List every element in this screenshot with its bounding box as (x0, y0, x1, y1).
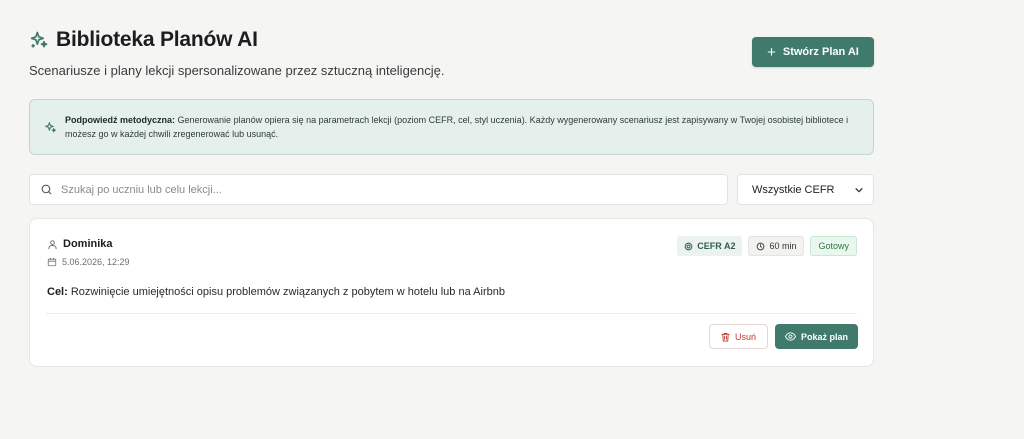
clock-icon (757, 242, 765, 250)
card-divider (46, 313, 857, 314)
show-plan-button[interactable]: Pokaż plan (775, 324, 858, 349)
sparkles-icon (45, 122, 56, 133)
chevron-down-icon (855, 187, 863, 192)
create-plan-label: Stwórz Plan AI (782, 46, 859, 58)
duration-label: 60 min (769, 241, 797, 251)
student-name: Dominika (63, 238, 113, 250)
plan-card: Dominika 5.06.2026, 12:29 CEFR A2 60 min… (29, 218, 874, 367)
goal-text: Rozwinięcie umiejętności opisu problemów… (70, 286, 505, 298)
goal-label: Cel: (47, 286, 68, 298)
cefr-filter-select[interactable]: Wszystkie CEFR (737, 174, 874, 205)
title-row: Biblioteka Planów AI (29, 28, 445, 52)
plus-icon: + (767, 43, 776, 61)
duration-badge: 60 min (748, 236, 805, 256)
calendar-icon (47, 257, 57, 267)
page-header: Biblioteka Planów AI Scenariusze i plany… (29, 28, 445, 78)
user-icon (48, 239, 57, 249)
sparkles-icon (30, 31, 48, 48)
eye-icon (784, 332, 796, 341)
tip-body: Generowanie planów opiera się na paramet… (65, 115, 849, 139)
delete-plan-label: Usuń (734, 331, 756, 342)
tip-text: Podpowiedź metodyczna: Generowanie planó… (65, 113, 859, 141)
plan-badges: CEFR A2 60 min Gotowy (677, 236, 857, 256)
target-icon (684, 242, 693, 250)
delete-plan-button[interactable]: Usuń (709, 324, 768, 349)
show-plan-label: Pokaż plan (800, 331, 848, 342)
cefr-filter-value: Wszystkie CEFR (752, 183, 835, 196)
tip-label: Podpowiedź metodyczna: (65, 115, 176, 125)
cefr-badge-label: CEFR A2 (697, 241, 736, 251)
cefr-badge: CEFR A2 (677, 236, 743, 256)
plan-date-text: 5.06.2026, 12:29 (62, 257, 130, 267)
page-title: Biblioteka Planów AI (56, 28, 258, 51)
status-label: Gotowy (818, 241, 849, 251)
search-input[interactable] (61, 183, 701, 196)
trash-icon (721, 332, 730, 341)
plan-student: Dominika (47, 238, 113, 250)
page-subtitle: Scenariusze i plany lekcji spersonalizow… (29, 63, 445, 78)
plan-goal: Cel: Rozwinięcie umiejętności opisu prob… (47, 286, 505, 298)
create-plan-button[interactable]: + Stwórz Plan AI (752, 37, 874, 67)
methodology-tip: Podpowiedź metodyczna: Generowanie planó… (29, 99, 874, 155)
search-icon (41, 184, 52, 195)
status-badge: Gotowy (810, 236, 857, 256)
search-box[interactable] (29, 174, 728, 205)
plan-date: 5.06.2026, 12:29 (47, 257, 130, 267)
